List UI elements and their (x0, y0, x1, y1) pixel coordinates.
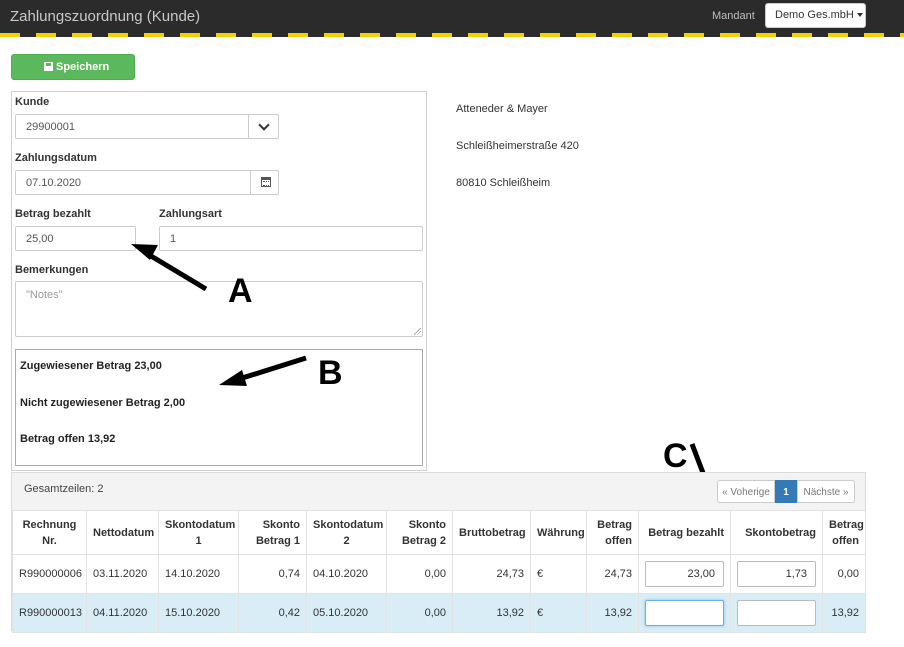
col-waehrung[interactable]: Währung (530, 510, 587, 555)
bemerkungen-label: Bemerkungen (15, 264, 89, 276)
annotation-a-label: A (228, 272, 253, 310)
save-button[interactable]: Speichern (11, 54, 135, 80)
pager-prev-button[interactable]: « Voherige (717, 480, 775, 503)
cell-skontodatum-2: 05.10.2020 (306, 593, 387, 633)
betrag-bezahlt-cell-input[interactable]: 23,00 (645, 561, 724, 587)
mandant-value: Demo Ges.mbH (775, 9, 854, 21)
zahlungsart-value: 1 (170, 233, 177, 245)
annotation-b-label: B (318, 354, 343, 392)
cell-nettodatum: 04.11.2020 (86, 593, 159, 633)
col-skontodatum-1[interactable]: Skontodatum 1 (158, 510, 239, 555)
kunde-select[interactable]: 29900001 (15, 114, 249, 139)
table-header-row: Rechnung Nr. Nettodatum Skontodatum 1 Sk… (12, 510, 866, 555)
cell-rechnung: R990000013 (12, 593, 87, 633)
annotation-c-label: C (663, 437, 688, 475)
cell-waehrung: € (530, 554, 587, 594)
pager-next-button[interactable]: Nächste » (797, 480, 855, 503)
cell-skontodatum-1: 15.10.2020 (158, 593, 239, 633)
warning-stripe (0, 33, 904, 37)
floppy-disk-icon (44, 62, 53, 71)
cell-bezahlt (638, 593, 731, 633)
zahlungsart-input[interactable]: 1 (159, 226, 423, 251)
pager-page-1[interactable]: 1 (775, 480, 797, 503)
col-nettodatum[interactable]: Nettodatum (86, 510, 159, 555)
calendar-icon (261, 177, 271, 187)
col-betrag-offen-rest[interactable]: Betrag offen (822, 510, 866, 555)
col-betrag-offen[interactable]: Betrag offen (586, 510, 639, 555)
cell-brutto: 13,92 (452, 593, 531, 633)
save-label: Speichern (56, 61, 110, 73)
zahlungsdatum-value: 07.10.2020 (26, 177, 82, 189)
col-skontobetrag[interactable]: Skontobetrag (730, 510, 823, 555)
betrag-bezahlt-cell-input[interactable] (645, 600, 724, 626)
col-betrag-bezahlt[interactable]: Betrag bezahlt (638, 510, 731, 555)
skontobetrag-cell-input[interactable] (737, 600, 816, 626)
col-skonto-betrag-2[interactable]: Skonto Betrag 2 (386, 510, 453, 555)
datum-label: Zahlungsdatum (15, 152, 97, 164)
customer-name: Atteneder & Mayer (456, 103, 548, 115)
col-skonto-betrag-1[interactable]: Skonto Betrag 1 (238, 510, 307, 555)
cell-brutto: 24,73 (452, 554, 531, 594)
chevron-down-icon (258, 119, 270, 131)
col-skontodatum-2[interactable]: Skontodatum 2 (306, 510, 387, 555)
invoice-grid: Gesamtzeilen: 2 « Voherige 1 Nächste » R… (11, 472, 866, 633)
cell-offen-rest: 0,00 (822, 554, 866, 594)
page-title: Zahlungszuordnung (Kunde) (10, 8, 201, 25)
bemerkungen-textarea[interactable]: "Notes" (15, 281, 423, 337)
skontobetrag-cell-input[interactable]: 1,73 (737, 561, 816, 587)
nicht-zugewiesener-betrag: Nicht zugewiesener Betrag 2,00 (20, 397, 186, 409)
betrag-offen: Betrag offen 13,92 (20, 433, 116, 445)
cell-skontobetrag (730, 593, 823, 633)
mandant-label: Mandant (712, 10, 755, 22)
top-navbar: Zahlungszuordnung (Kunde) Mandant Demo G… (0, 0, 904, 33)
customer-city: 80810 Schleißheim (456, 177, 551, 189)
betrag-label: Betrag bezahlt (15, 208, 91, 220)
zahlungsdatum-input[interactable]: 07.10.2020 (15, 170, 251, 195)
bemerkungen-placeholder: "Notes" (26, 289, 63, 301)
col-bruttobetrag[interactable]: Bruttobetrag (452, 510, 531, 555)
resize-handle-icon[interactable] (414, 328, 421, 335)
row-count: Gesamtzeilen: 2 (24, 483, 104, 495)
cell-skonto-1: 0,42 (238, 593, 307, 633)
cell-offen: 24,73 (586, 554, 639, 594)
invoice-table: Rechnung Nr. Nettodatum Skontodatum 1 Sk… (12, 510, 866, 633)
cell-skonto-1: 0,74 (238, 554, 307, 594)
cell-skonto-2: 0,00 (386, 593, 453, 633)
cell-skontodatum-1: 14.10.2020 (158, 554, 239, 594)
kunde-dropdown-toggle[interactable] (248, 114, 279, 139)
table-row[interactable]: R990000006 03.11.2020 14.10.2020 0,74 04… (12, 554, 866, 594)
cell-offen: 13,92 (586, 593, 639, 633)
cell-skontobetrag: 1,73 (730, 554, 823, 594)
cell-offen-rest: 13,92 (822, 593, 866, 633)
mandant-dropdown[interactable]: Demo Ges.mbH (765, 3, 866, 28)
summary-box: Zugewiesener Betrag 23,00 Nicht zugewies… (15, 349, 423, 466)
cell-waehrung: € (530, 593, 587, 633)
col-rechnung-nr[interactable]: Rechnung Nr. (12, 510, 87, 555)
table-row[interactable]: R990000013 04.11.2020 15.10.2020 0,42 05… (12, 593, 866, 633)
cell-rechnung: R990000006 (12, 554, 87, 594)
betrag-bezahlt-value: 25,00 (26, 233, 54, 245)
kunde-value: 29900001 (26, 121, 75, 133)
cell-nettodatum: 03.11.2020 (86, 554, 159, 594)
cell-skonto-2: 0,00 (386, 554, 453, 594)
caret-down-icon (856, 13, 863, 18)
zugewiesener-betrag: Zugewiesener Betrag 23,00 (20, 360, 162, 372)
kunde-label: Kunde (15, 96, 50, 108)
cell-bezahlt: 23,00 (638, 554, 731, 594)
betrag-bezahlt-input[interactable]: 25,00 (15, 226, 136, 251)
cell-skontodatum-2: 04.10.2020 (306, 554, 387, 594)
zahlungsart-label: Zahlungsart (159, 208, 222, 220)
customer-street: Schleißheimerstraße 420 (456, 140, 579, 152)
calendar-button[interactable] (250, 170, 279, 195)
